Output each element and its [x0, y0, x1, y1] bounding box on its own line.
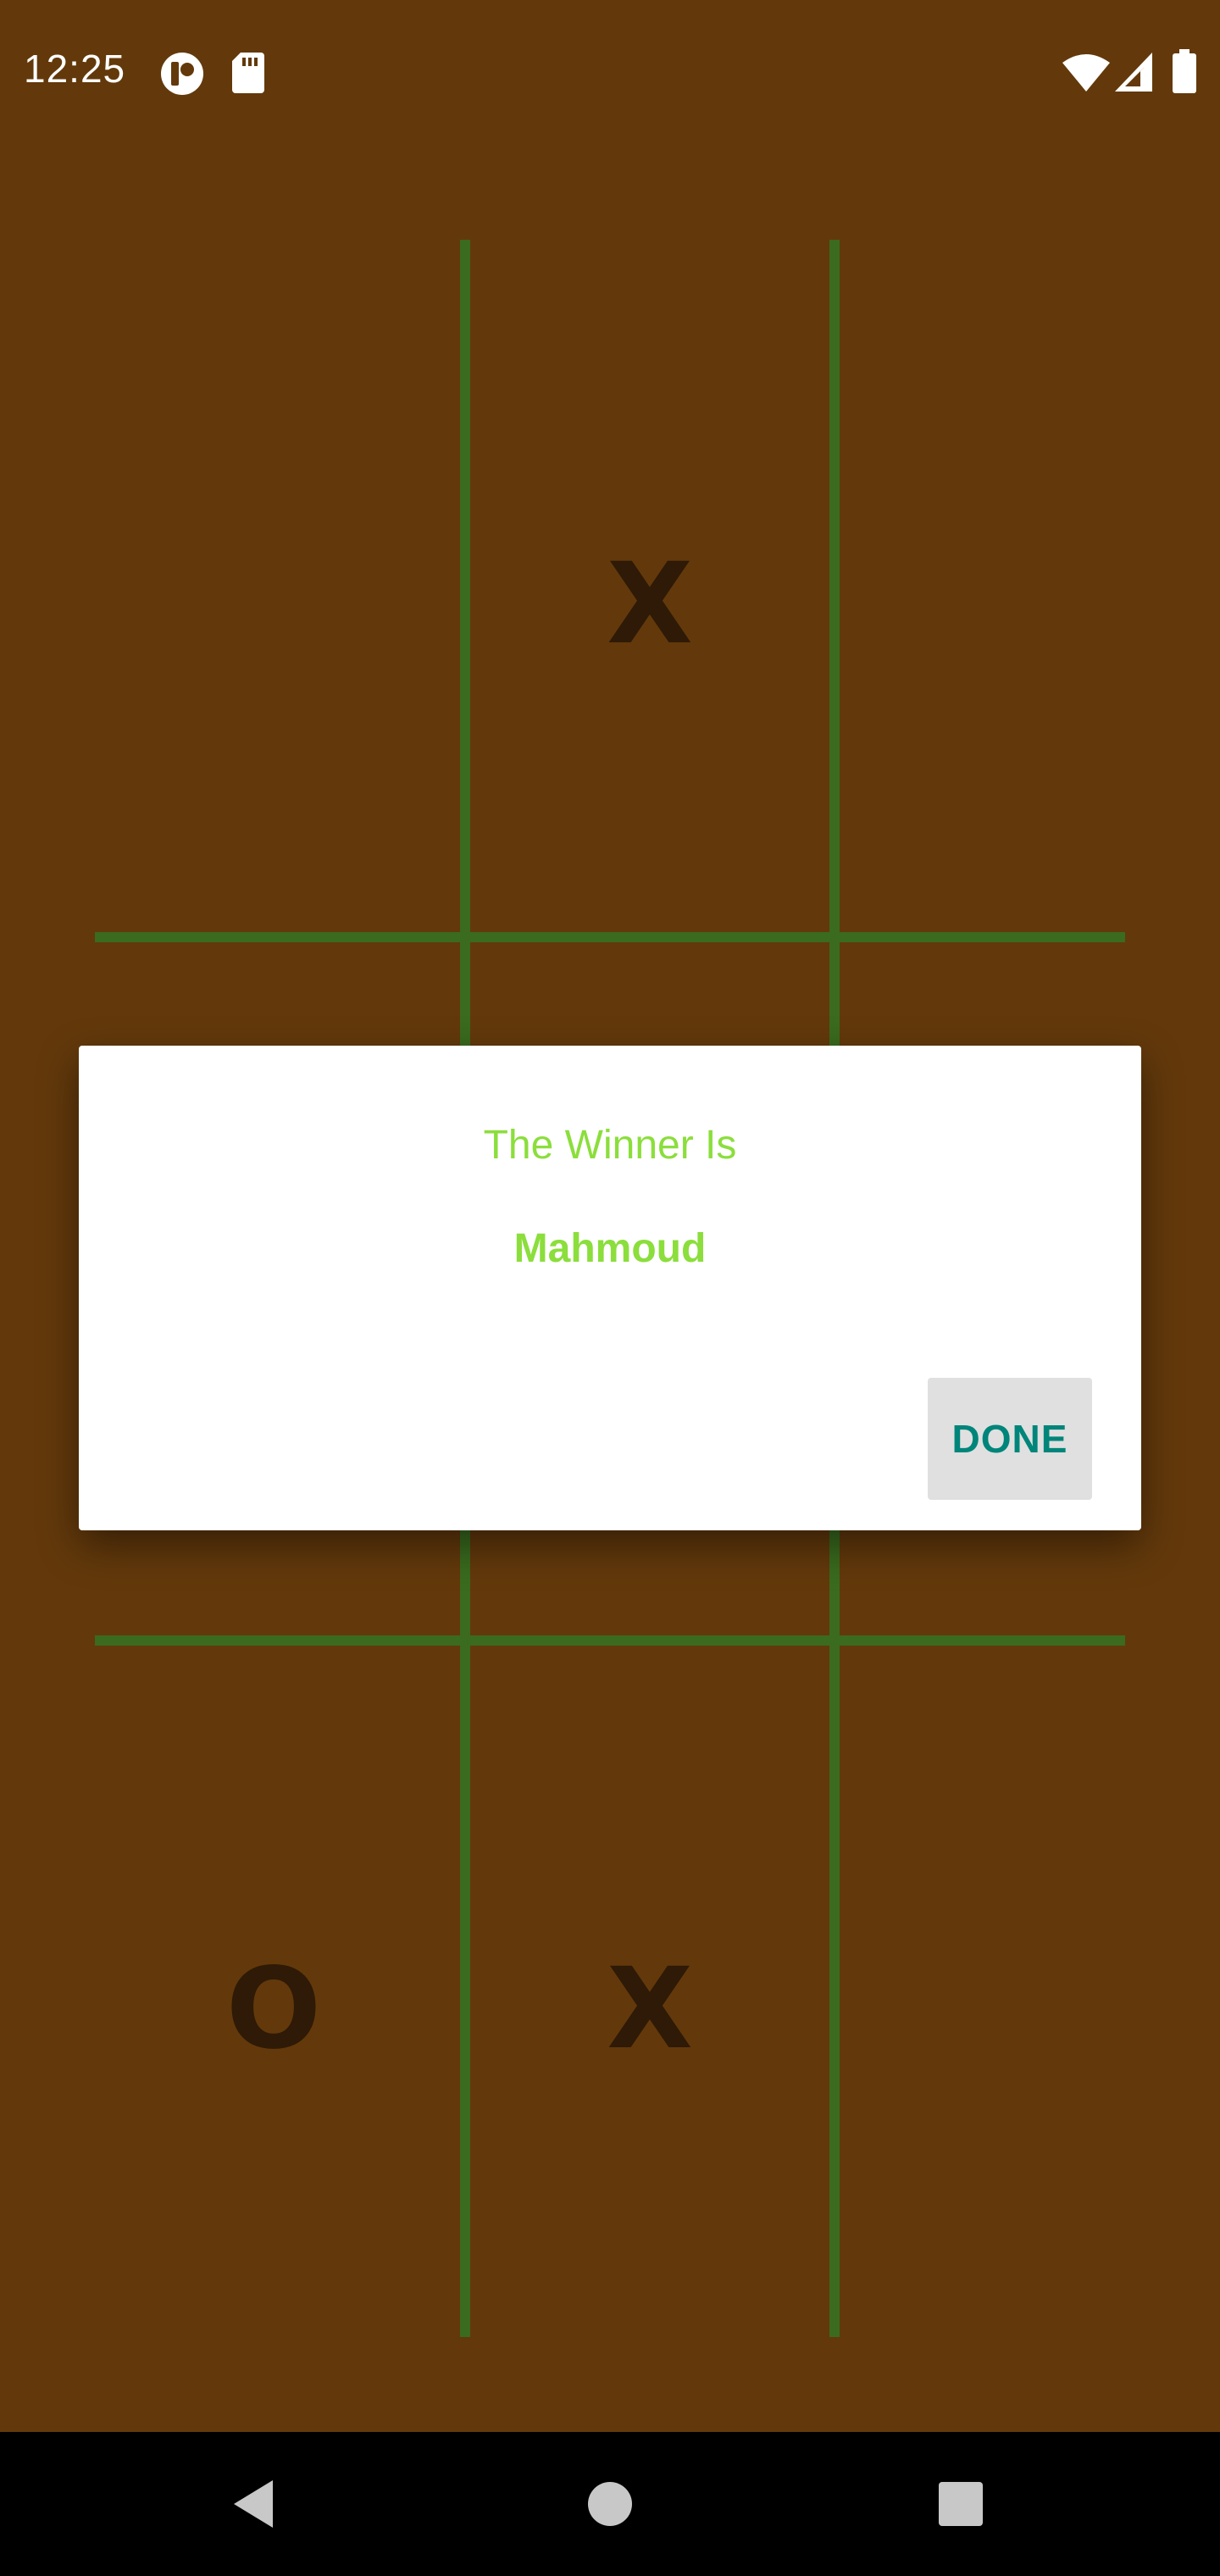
- navigation-bar: [0, 2432, 1220, 2576]
- winner-name: Mahmoud: [513, 1226, 707, 1271]
- done-button[interactable]: DONE: [928, 1378, 1092, 1500]
- winner-dialog: The Winner Is Mahmoud DONE: [79, 1046, 1141, 1530]
- recents-icon: [939, 2482, 983, 2526]
- home-icon: [588, 2482, 632, 2526]
- recents-button[interactable]: [901, 2432, 1020, 2576]
- dialog-title: The Winner Is: [483, 1123, 737, 1168]
- back-icon: [234, 2480, 273, 2528]
- back-button[interactable]: [195, 2432, 313, 2576]
- home-button[interactable]: [551, 2432, 669, 2576]
